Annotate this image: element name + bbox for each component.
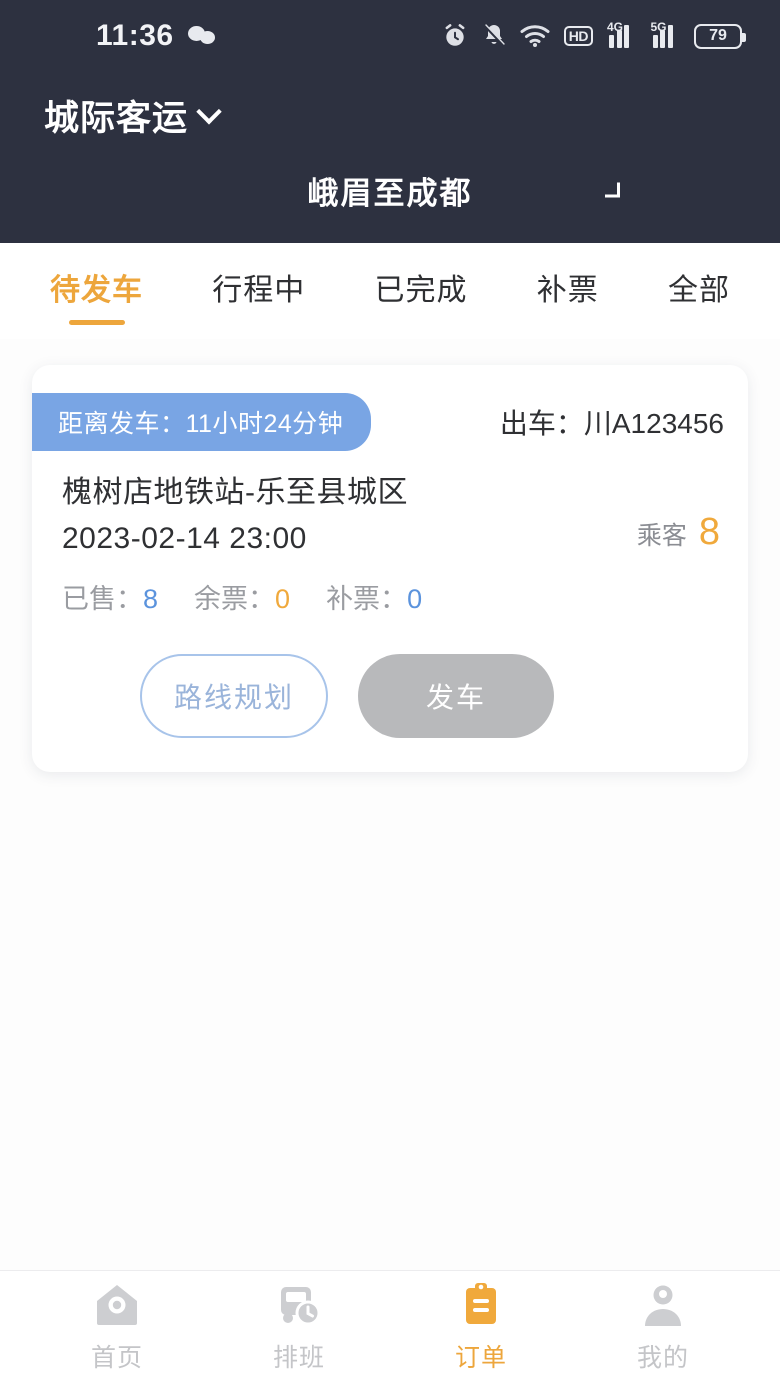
chevron-down-icon xyxy=(196,98,222,124)
signal-4g-label: 4G xyxy=(607,20,624,34)
stat-remaining-value: 0 xyxy=(275,583,291,614)
nav-item-home[interactable]: 首页 xyxy=(42,1281,192,1374)
stat-supplementary-value: 0 xyxy=(407,583,423,614)
stat-sold-label: 已售： xyxy=(62,583,143,614)
bottom-navigation: 首页 排班 订单 我的 xyxy=(0,1270,780,1393)
clipboard-order-icon xyxy=(466,1282,496,1324)
stat-sold-value: 8 xyxy=(143,583,159,614)
stat-remaining: 余票：0 xyxy=(194,577,290,616)
order-card-actions: 路线规划 发车 xyxy=(62,616,718,738)
nav-label-profile: 我的 xyxy=(636,1343,689,1372)
nav-label-schedule: 排班 xyxy=(272,1343,325,1372)
stat-supplementary-label: 补票： xyxy=(326,583,408,614)
wechat-icon xyxy=(187,25,218,47)
app-title-selector[interactable]: 城际客运 xyxy=(0,72,780,141)
status-bar: 11:36 HD 4G 5G 79 xyxy=(0,0,780,72)
ticket-stats: 已售：8 余票：0 补票：0 xyxy=(62,577,718,616)
app-header: 11:36 HD 4G 5G 79 城际客运 峨眉至成都 xyxy=(0,0,780,243)
passenger-count-block: 乘客 8 xyxy=(637,513,720,552)
order-depart-time: 2023-02-14 23:00 xyxy=(62,521,307,555)
signal-5g-label: 5G xyxy=(650,20,667,34)
alarm-icon xyxy=(445,24,465,46)
vehicle-plate: 出车：川A123456 xyxy=(499,408,724,439)
bus-schedule-icon xyxy=(281,1286,321,1325)
signal-5g-icon: 5G xyxy=(651,20,681,48)
order-card[interactable]: 距离发车：11小时24分钟 出车：川A123456 槐树店地铁站-乐至县城区 2… xyxy=(32,365,748,772)
bell-muted-icon xyxy=(483,24,505,47)
person-icon xyxy=(645,1285,681,1326)
route-name: 峨眉至成都 xyxy=(307,175,473,211)
order-list: 距离发车：11小时24分钟 出车：川A123456 槐树店地铁站-乐至县城区 2… xyxy=(0,339,780,1270)
tab-supplementary-ticket[interactable]: 补票 xyxy=(535,257,601,325)
nav-item-schedule[interactable]: 排班 xyxy=(224,1281,374,1374)
tab-all[interactable]: 全部 xyxy=(666,257,732,325)
order-card-body: 槐树店地铁站-乐至县城区 2023-02-14 23:00 乘客 8 已售：8 … xyxy=(32,451,748,738)
app-screen: 11:36 HD 4G 5G 79 城际客运 峨眉至成都 待发车 行程中 已完成… xyxy=(0,0,780,1393)
stat-remaining-label: 余票： xyxy=(194,583,276,614)
hd-icon: HD xyxy=(563,26,593,46)
passenger-label: 乘客 xyxy=(636,522,687,550)
order-route: 槐树店地铁站-乐至县城区 xyxy=(62,476,408,509)
status-bar-clock: 11:36 xyxy=(96,19,174,52)
nav-item-orders[interactable]: 订单 xyxy=(406,1281,556,1374)
status-bar-left: 11:36 xyxy=(96,19,218,53)
tab-completed[interactable]: 已完成 xyxy=(373,257,470,325)
status-bar-right: HD 4G 5G 79 xyxy=(442,20,746,49)
stat-sold: 已售：8 xyxy=(62,577,158,616)
nav-label-home: 首页 xyxy=(90,1343,143,1372)
stat-supplementary: 补票：0 xyxy=(326,577,422,616)
nav-label-orders: 订单 xyxy=(454,1343,507,1372)
app-title: 城际客运 xyxy=(44,99,189,138)
depart-button[interactable]: 发车 xyxy=(358,653,554,738)
signal-4g-icon: 4G xyxy=(607,20,637,48)
route-planning-button[interactable]: 路线规划 xyxy=(140,653,328,738)
battery-icon: 79 xyxy=(694,23,746,49)
battery-level: 79 xyxy=(709,27,727,44)
wifi-icon xyxy=(520,25,550,47)
route-chevron-down-icon xyxy=(605,182,620,198)
passenger-count: 8 xyxy=(698,511,720,553)
order-card-header: 距离发车：11小时24分钟 出车：川A123456 xyxy=(32,365,748,451)
countdown-badge: 距离发车：11小时24分钟 xyxy=(32,393,372,451)
nav-item-profile[interactable]: 我的 xyxy=(588,1281,738,1374)
tab-in-trip[interactable]: 行程中 xyxy=(210,257,307,325)
home-icon xyxy=(97,1284,137,1325)
route-selector[interactable]: 峨眉至成都 xyxy=(0,141,780,239)
order-status-tabs: 待发车 行程中 已完成 补票 全部 xyxy=(0,243,780,339)
tab-pending-departure[interactable]: 待发车 xyxy=(48,257,145,325)
